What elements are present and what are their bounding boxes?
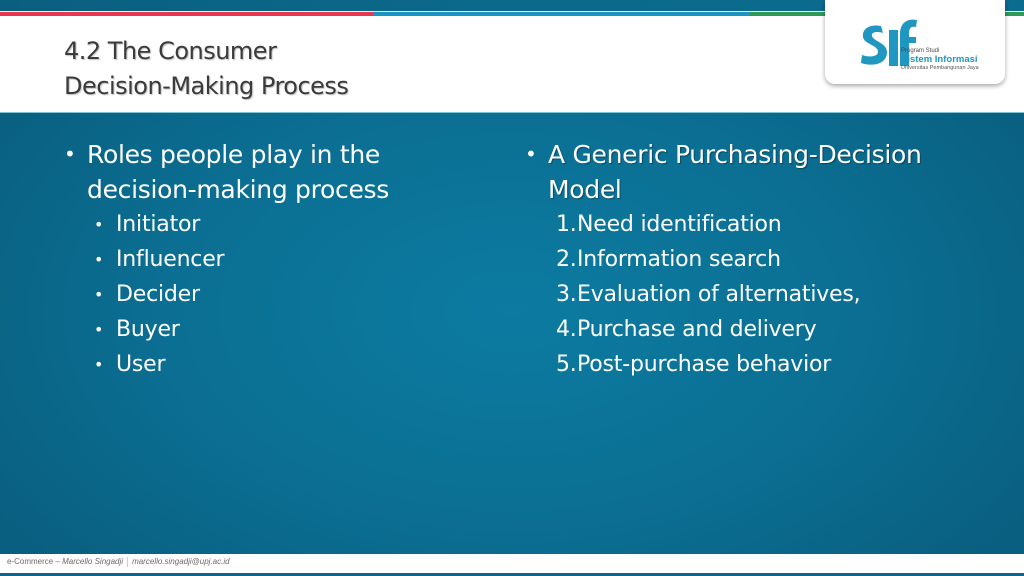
- step-number: 2.: [556, 247, 577, 272]
- list-item: • Initiator: [64, 207, 464, 242]
- slide-footer: e-Commerce – Marcello Singadji marcello.s…: [0, 554, 1024, 573]
- list-item: 3. Evaluation of alternatives,: [525, 277, 945, 312]
- list-item: • Buyer: [64, 312, 464, 347]
- bullet-icon: •: [64, 142, 76, 166]
- step-label: Evaluation of alternatives,: [577, 282, 861, 307]
- step-label: Information search: [577, 247, 781, 272]
- footer-separator: [127, 557, 129, 567]
- bullet-icon: •: [94, 215, 104, 234]
- step-label: Post-purchase behavior: [577, 352, 832, 377]
- bullet-icon: •: [94, 285, 104, 304]
- list-item: 4. Purchase and delivery: [525, 312, 945, 347]
- list-item: • Decider: [64, 277, 464, 312]
- role-label: Decider: [116, 282, 200, 307]
- step-label: Purchase and delivery: [577, 317, 817, 342]
- logo-program-name: Sistem Informasi: [901, 54, 978, 65]
- slide-title: 4.2 The Consumer Decision-Making Process: [64, 37, 349, 100]
- bullet-icon: •: [94, 320, 104, 339]
- footer-author: Marcello Singadji: [62, 557, 124, 567]
- list-item: • User: [64, 347, 464, 382]
- logo-card: Program Studi Sistem Informasi Universit…: [825, 0, 1005, 84]
- step-number: 3.: [556, 282, 577, 307]
- role-label: Buyer: [116, 317, 180, 342]
- role-label: User: [116, 352, 166, 377]
- step-number: 1.: [556, 212, 577, 237]
- list-item: 1. Need identification: [525, 207, 945, 242]
- step-number: 5.: [556, 352, 577, 377]
- purchasing-model-column: • A Generic Purchasing-Decision Model 1.…: [525, 137, 945, 382]
- bullet-icon: •: [94, 250, 104, 269]
- roles-heading-item: • Roles people play in the decision-maki…: [64, 137, 464, 207]
- list-item: 5. Post-purchase behavior: [525, 347, 945, 382]
- slide-content: • Roles people play in the decision-maki…: [0, 112, 1024, 554]
- role-label: Initiator: [116, 212, 201, 237]
- step-number: 4.: [556, 317, 577, 342]
- logo-text: Program Studi Sistem Informasi Universit…: [901, 48, 979, 71]
- list-item: 2. Information search: [525, 242, 945, 277]
- footer-text: e-Commerce – Marcello Singadji marcello.s…: [7, 557, 230, 567]
- logo-university-name: Universitas Pembangunan Jaya: [901, 64, 979, 71]
- footer-course: e-Commerce: [7, 557, 54, 567]
- model-heading: A Generic Purchasing-Decision Model: [548, 140, 922, 204]
- bullet-icon: •: [525, 142, 537, 166]
- step-label: Need identification: [577, 212, 782, 237]
- list-item: • Influencer: [64, 242, 464, 277]
- footer-email: marcello.singadji@upj.ac.id: [132, 557, 230, 567]
- roles-column: • Roles people play in the decision-maki…: [64, 137, 464, 382]
- footer-dash: –: [53, 557, 63, 567]
- roles-heading: Roles people play in the decision-making…: [87, 140, 389, 204]
- model-heading-item: • A Generic Purchasing-Decision Model: [525, 137, 945, 207]
- role-label: Influencer: [116, 247, 225, 272]
- bullet-icon: •: [94, 355, 104, 374]
